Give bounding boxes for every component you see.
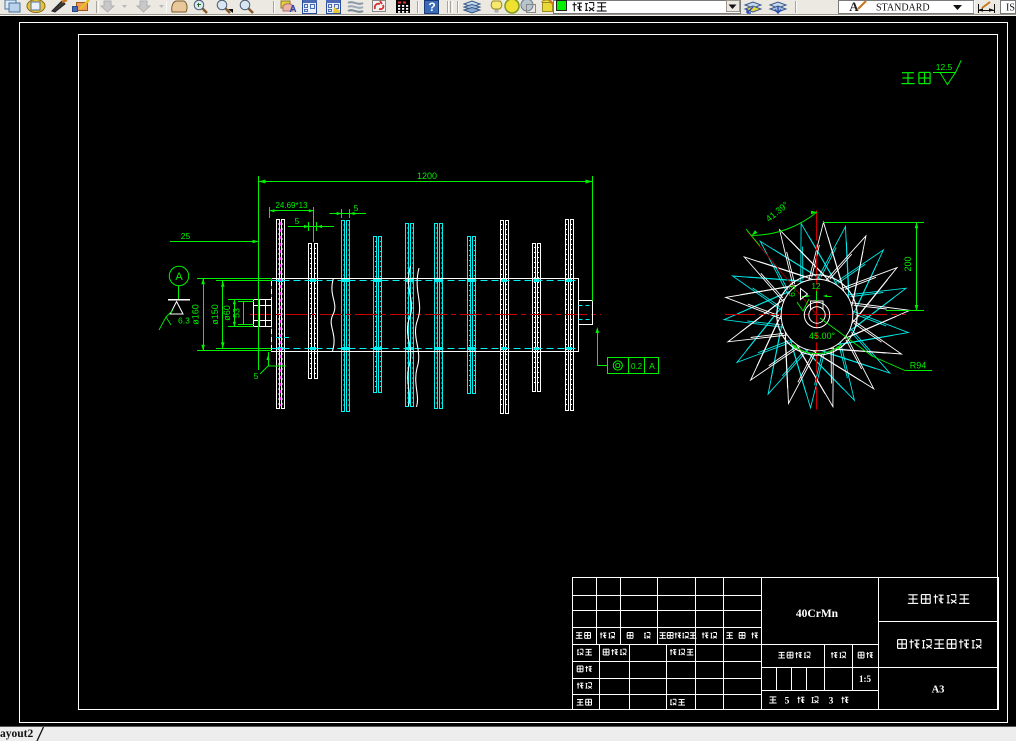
svg-text:3: 3 [829, 697, 834, 707]
svg-text:STANDARD: STANDARD [876, 3, 930, 14]
svg-text:40CrMn: 40CrMn [796, 608, 839, 620]
svg-text:5: 5 [354, 203, 359, 213]
svg-text:A3: A3 [932, 685, 945, 696]
svg-text:ø160: ø160 [191, 304, 201, 325]
svg-text:6.3: 6.3 [787, 285, 797, 297]
svg-text:A: A [175, 271, 183, 283]
svg-text:45.00°: 45.00° [809, 331, 836, 341]
svg-text:A: A [849, 0, 859, 14]
svg-text:IS: IS [1006, 3, 1015, 14]
svg-text:ø60: ø60 [222, 305, 232, 321]
svg-text:24.69*13: 24.69*13 [275, 201, 308, 210]
svg-text:0.2: 0.2 [631, 362, 643, 371]
svg-text:1200: 1200 [417, 171, 437, 181]
svg-text:A: A [649, 361, 655, 371]
svg-text:ø150: ø150 [210, 304, 220, 325]
svg-text:?: ? [428, 0, 435, 14]
svg-text:ayout2: ayout2 [0, 728, 33, 740]
svg-text:5: 5 [295, 216, 300, 226]
svg-text:5: 5 [785, 697, 790, 707]
svg-text:12: 12 [812, 282, 821, 291]
svg-text:R94: R94 [910, 361, 927, 371]
svg-text:5: 5 [254, 371, 259, 381]
svg-text:1:5: 1:5 [859, 674, 871, 684]
svg-text:200: 200 [903, 256, 913, 271]
svg-text:A: A [289, 4, 296, 15]
svg-text:12.5: 12.5 [936, 62, 953, 72]
svg-text:6.3: 6.3 [178, 316, 190, 326]
svg-text:53: 53 [232, 308, 242, 318]
svg-text:25: 25 [181, 231, 191, 241]
